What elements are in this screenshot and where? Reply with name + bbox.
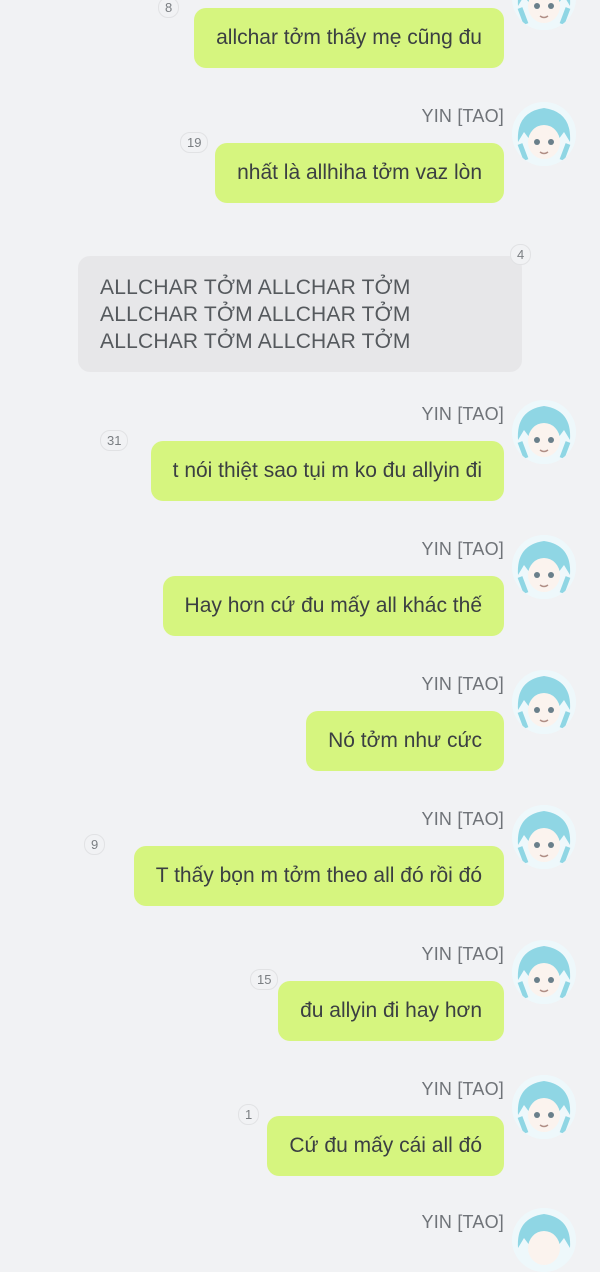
incoming-message-bubble[interactable]: ALLCHAR TỞM ALLCHAR TỞM ALLCHAR TỞM ALLC… — [78, 256, 522, 372]
anime-avatar-icon — [512, 400, 576, 464]
anime-avatar-icon — [512, 940, 576, 1004]
message-bubble[interactable]: nhất là allhiha tởm vaz lòn — [215, 143, 504, 203]
sender-name: YIN [TAO] — [421, 944, 504, 964]
anime-avatar-icon — [512, 805, 576, 869]
sender-name: YIN [TAO] — [421, 1212, 504, 1232]
sender-avatar[interactable] — [512, 1208, 576, 1272]
reaction-count[interactable]: 8 — [158, 0, 180, 18]
sender-name: YIN [TAO] — [421, 674, 504, 694]
sender-name: YIN [TAO] — [421, 809, 504, 829]
message-text: nhất là allhiha tởm vaz lòn — [237, 161, 482, 184]
sender-avatar[interactable] — [512, 400, 576, 464]
message-text: đu allyin đi hay hơn — [300, 999, 482, 1022]
anime-avatar-icon — [512, 1075, 576, 1139]
message-text: T thấy bọn m tởm theo all đó rồi đó — [155, 864, 482, 887]
reaction-count[interactable]: 31 — [100, 430, 129, 451]
chat-thread: allchar tởm thấy mẹ cũng đu 8 YIN [TAO] … — [0, 0, 600, 1272]
message-bubble[interactable]: T thấy bọn m tởm theo all đó rồi đó — [133, 846, 504, 906]
anime-avatar-icon — [512, 102, 576, 166]
anime-avatar-icon — [512, 0, 576, 30]
message-bubble[interactable]: Hay hơn cứ đu mấy all khác thế — [162, 576, 504, 636]
sender-name: YIN [TAO] — [421, 539, 504, 559]
anime-avatar-icon — [512, 670, 576, 734]
sender-avatar[interactable] — [512, 102, 576, 166]
sender-name: YIN [TAO] — [421, 106, 504, 126]
sender-avatar[interactable] — [512, 940, 576, 1004]
anime-avatar-icon — [512, 1208, 576, 1272]
reaction-count[interactable]: 19 — [180, 132, 209, 153]
message-bubble[interactable]: Nó tởm như cức — [306, 711, 504, 771]
sender-avatar[interactable] — [512, 805, 576, 869]
sender-name: YIN [TAO] — [421, 404, 504, 424]
message-line: ALLCHAR TỞM ALLCHAR TỞM — [100, 303, 411, 326]
sender-avatar[interactable] — [512, 535, 576, 599]
message-bubble[interactable]: Cứ đu mấy cái all đó — [267, 1116, 504, 1176]
sender-avatar[interactable] — [512, 670, 576, 734]
sender-avatar[interactable] — [512, 0, 576, 30]
message-line: ALLCHAR TỞM ALLCHAR TỞM — [100, 276, 411, 299]
sender-avatar[interactable] — [512, 1075, 576, 1139]
reaction-count[interactable]: 9 — [84, 834, 106, 855]
reaction-count[interactable]: 1 — [238, 1104, 260, 1125]
reaction-count[interactable]: 15 — [250, 969, 279, 990]
reaction-count[interactable]: 4 — [510, 244, 532, 265]
message-text: Cứ đu mấy cái all đó — [289, 1134, 482, 1157]
message-text: Nó tởm như cức — [328, 729, 482, 752]
message-line: ALLCHAR TỞM ALLCHAR TỞM — [100, 330, 411, 353]
message-bubble[interactable]: t nói thiệt sao tụi m ko đu allyin đi — [150, 441, 504, 501]
message-bubble[interactable]: đu allyin đi hay hơn — [278, 981, 504, 1041]
message-text: allchar tởm thấy mẹ cũng đu — [216, 26, 482, 49]
message-text: Hay hơn cứ đu mấy all khác thế — [184, 594, 482, 617]
message-bubble[interactable]: allchar tởm thấy mẹ cũng đu — [194, 8, 504, 68]
anime-avatar-icon — [512, 535, 576, 599]
sender-name: YIN [TAO] — [421, 1079, 504, 1099]
message-text: t nói thiệt sao tụi m ko đu allyin đi — [172, 459, 482, 482]
